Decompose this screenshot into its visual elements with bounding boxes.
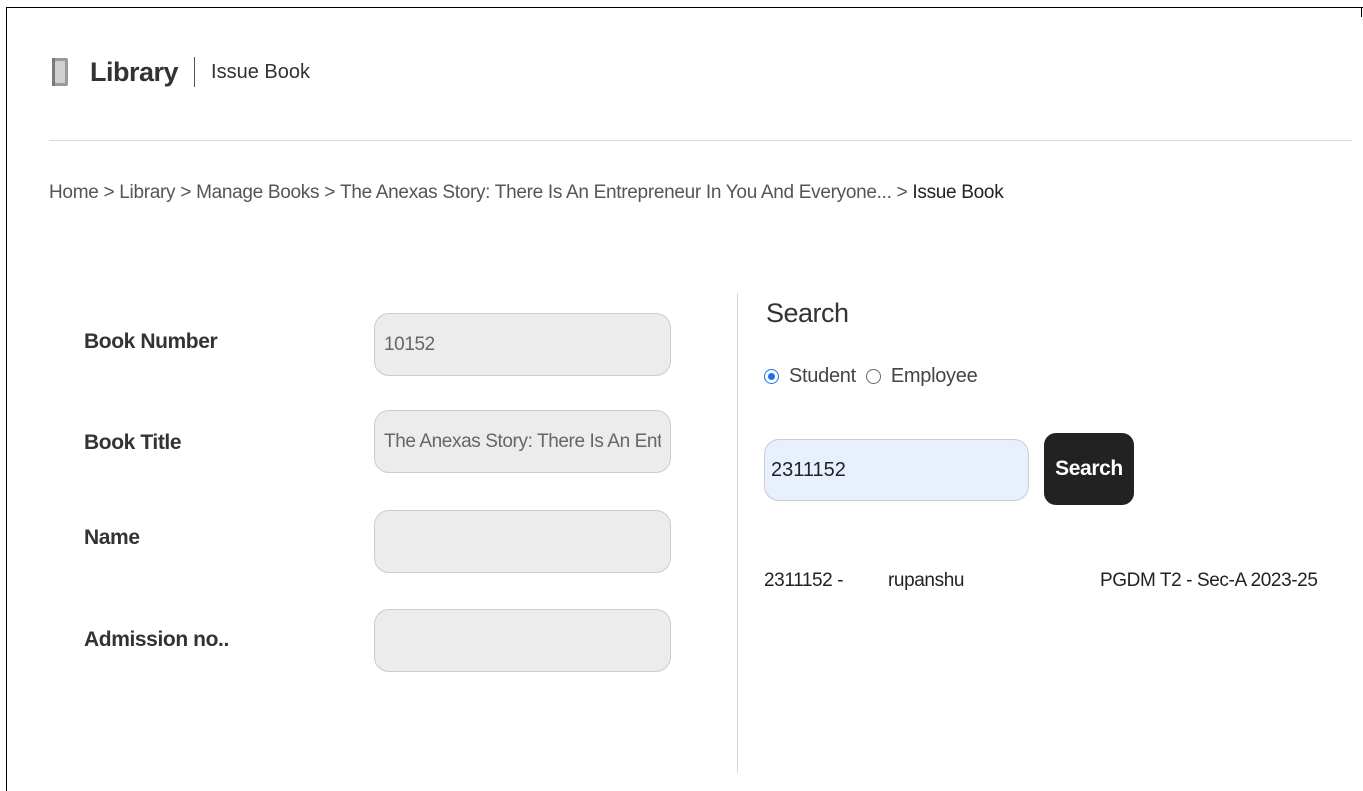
breadcrumb-current: Issue Book: [912, 182, 1004, 203]
book-title-field[interactable]: [374, 410, 671, 473]
app-title: Library: [90, 56, 179, 87]
name-field[interactable]: [374, 510, 671, 573]
result-admission-id: 2311152 -: [764, 570, 844, 591]
admission-no-label: Admission no..: [84, 628, 229, 651]
name-label: Name: [84, 526, 140, 549]
search-result-row[interactable]: 2311152 - rupanshu PGDM T2 - Sec-A 2023-…: [764, 570, 1324, 600]
breadcrumb-book-title[interactable]: The Anexas Story: There Is An Entreprene…: [340, 182, 892, 203]
book-icon: [52, 58, 68, 86]
page-subtitle: Issue Book: [211, 60, 310, 83]
book-number-field[interactable]: [374, 313, 671, 376]
breadcrumb-home[interactable]: Home: [49, 182, 99, 203]
header-divider: [49, 140, 1352, 141]
frame-edge: [1361, 7, 1362, 17]
page-header: Library Issue Book: [50, 52, 310, 92]
breadcrumb-separator: >: [896, 182, 908, 203]
employee-radio-label[interactable]: Employee: [891, 365, 978, 388]
employee-radio[interactable]: [865, 369, 881, 384]
result-student-name: rupanshu: [888, 570, 965, 591]
search-type-options: Student Employee: [764, 365, 987, 388]
search-heading: Search: [766, 298, 849, 328]
page-frame: [6, 7, 1363, 791]
breadcrumb-separator: >: [324, 182, 336, 203]
book-title-label: Book Title: [84, 431, 182, 454]
title-divider: [194, 57, 196, 87]
student-radio[interactable]: [764, 369, 779, 384]
breadcrumb-separator: >: [103, 182, 115, 203]
breadcrumb: Home > Library > Manage Books > The Anexas Sto…: [49, 182, 1004, 204]
result-class-section: PGDM T2 - Sec-A 2023-25: [1100, 570, 1318, 591]
admission-no-field[interactable]: [374, 609, 671, 672]
breadcrumb-library[interactable]: Library: [119, 182, 175, 203]
book-number-label: Book Number: [84, 330, 218, 353]
search-input[interactable]: [764, 439, 1029, 501]
column-divider: [737, 293, 738, 773]
breadcrumb-manage-books[interactable]: Manage Books: [196, 182, 319, 203]
search-button[interactable]: Search: [1044, 433, 1134, 505]
student-radio-label[interactable]: Student: [789, 365, 856, 388]
breadcrumb-separator: >: [180, 182, 192, 203]
